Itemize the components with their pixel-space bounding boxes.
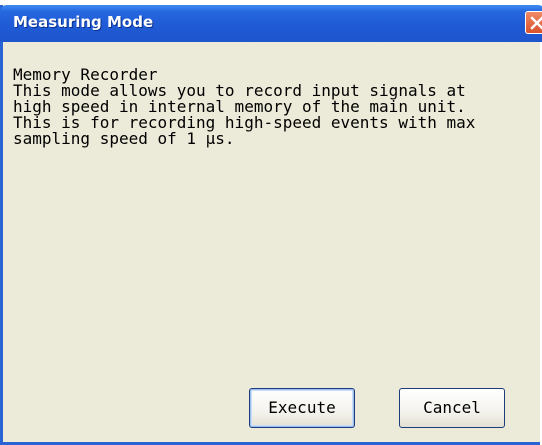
window-title: Measuring Mode <box>13 13 154 31</box>
dialog-body: Memory Recorder This mode allows you to … <box>3 42 540 442</box>
execute-button[interactable]: Execute <box>249 388 355 428</box>
cancel-button[interactable]: Cancel <box>399 388 505 428</box>
close-icon <box>530 16 542 30</box>
description-line: sampling speed of 1 µs. <box>13 129 235 148</box>
measuring-mode-dialog: Measuring Mode Memory Recorder This mode… <box>0 5 542 445</box>
title-bar[interactable]: Measuring Mode <box>0 5 542 42</box>
close-button[interactable] <box>525 11 542 34</box>
mode-description: This mode allows you to record input sig… <box>13 83 475 147</box>
